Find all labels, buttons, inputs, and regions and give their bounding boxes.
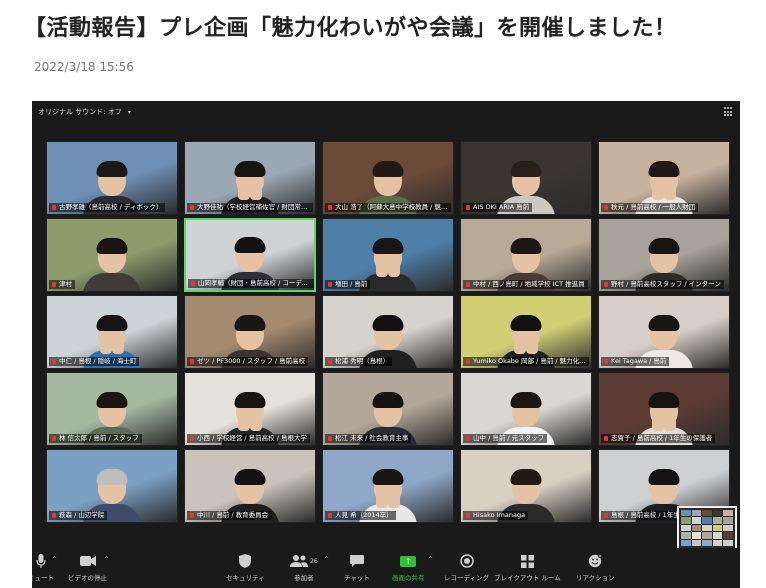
participant-name: 大野佳祐（学校経営補佐官 / 財団常務理事） — [187, 203, 313, 212]
gallery-view: 古野孝雄（島前高校 / ディボック） 大野佳祐（学校経営補佐官 / 財団常務理事）… — [46, 141, 730, 527]
participant-tile[interactable]: 山中 / 島前 / 元スタッフ — [460, 372, 592, 446]
participant-name: 津村 — [49, 280, 75, 289]
participant-tile[interactable]: 津村 — [46, 218, 178, 292]
participant-name: 中川 / 島前 / 教育委員会 — [187, 511, 272, 520]
participant-name: 松江 未来 / 社会教育主事 — [325, 434, 412, 443]
self-view-thumbnail[interactable] — [677, 506, 737, 550]
participant-tile[interactable]: ゼツ / PF3000 / スタッフ / 島前高校 — [184, 295, 316, 369]
participant-tile[interactable]: 大山 浩了（阿蘇大島中学校教員 / 魅力化） — [322, 141, 454, 215]
participant-tile[interactable]: 松江 未来 / 社会教育主事 — [322, 372, 454, 446]
chat-button[interactable]: チャット — [344, 553, 370, 582]
record-button[interactable]: レコーディング — [444, 553, 489, 582]
participant-tile[interactable]: Kei Tagawa / 島前 — [598, 295, 730, 369]
participant-name: 志賀子 / 島前高校 / 1年生の保護者 — [601, 434, 716, 443]
participants-options-chevron-icon[interactable]: ^ — [324, 556, 329, 563]
participant-tile[interactable]: AIS OKI ARIA 島前 — [460, 141, 592, 215]
participant-name: Hisako Imanaga — [463, 511, 529, 520]
grid-icon — [520, 553, 534, 569]
record-icon — [459, 553, 474, 569]
participant-name: 萩森 / 山辺学院 — [49, 511, 108, 520]
participant-tile[interactable]: Hisako Imanaga — [460, 449, 592, 523]
participant-name: 小西 / 学校経営 / 島前高校 / 島根大学 — [187, 434, 310, 443]
participant-tile[interactable]: Yumiko Okabe 岡部 / 島前 / 魅力化スタッフ — [460, 295, 592, 369]
chat-bubble-icon — [349, 553, 364, 569]
participant-name: Yumiko Okabe 岡部 / 島前 / 魅力化スタッフ — [463, 357, 589, 366]
participant-tile[interactable]: 山岡孝輔（財団・島前高校 / コーディネーター） — [184, 218, 316, 292]
mute-button[interactable]: ミュート — [32, 553, 54, 582]
participant-name: 山中 / 島前 / 元スタッフ — [463, 434, 548, 443]
participant-figure — [82, 235, 142, 291]
participant-name: 松浦 秀明（島根） — [325, 357, 393, 366]
participant-tile[interactable]: 志賀子 / 島前高校 / 1年生の保護者 — [598, 372, 730, 446]
participant-name: Kei Tagawa / 島前 — [601, 357, 670, 366]
participant-name: 野村 / 島前高校スタッフ / インターン — [601, 280, 724, 289]
participant-name: 島根 / 島前高校 / 1年生 — [601, 511, 683, 520]
participants-button[interactable]: 26 参加者 — [290, 553, 318, 582]
participant-tile[interactable]: 中村 / 西ノ島町 / 地域学校 ICT 推進員 — [460, 218, 592, 292]
participant-name: 中仁 / 島根 / 隠岐 / 海士町 — [49, 357, 140, 366]
share-screen-icon: ↑ — [400, 553, 417, 569]
people-icon: 26 — [290, 553, 318, 569]
participant-name: 大山 浩了（阿蘇大島中学校教員 / 魅力化） — [325, 203, 451, 212]
participant-tile[interactable]: 林 信太郎 / 島前 / スタッフ — [46, 372, 178, 446]
participant-tile[interactable]: 秋元 / 島前高校 / 一般人財団 — [598, 141, 730, 215]
participant-tile[interactable]: 人見 希（2014卒） — [322, 449, 454, 523]
participant-name: ゼツ / PF3000 / スタッフ / 島前高校 — [187, 357, 309, 366]
participant-name: 古野孝雄（島前高校 / ディボック） — [49, 203, 166, 212]
view-grid-icon[interactable] — [724, 107, 734, 117]
participant-tile[interactable]: 大野佳祐（学校経営補佐官 / 財団常務理事） — [184, 141, 316, 215]
participant-name: 人見 希（2014卒） — [325, 511, 396, 520]
participant-tile[interactable]: 野村 / 島前高校スタッフ / インターン — [598, 218, 730, 292]
participant-name: AIS OKI ARIA 島前 — [463, 203, 533, 212]
article-title: 【活動報告】プレ企画「魅力化わいがや会議」を開催しました！ — [24, 16, 677, 41]
video-options-chevron-icon[interactable]: ^ — [104, 556, 109, 563]
participant-tile[interactable]: 萩森 / 山辺学院 — [46, 449, 178, 523]
chevron-down-icon[interactable]: ▾ — [128, 109, 131, 116]
emoji-icon — [588, 553, 603, 569]
participant-tile[interactable]: 増田 / 島前 — [322, 218, 454, 292]
zoom-top-bar: オリジナル サウンド: オフ ▾ — [32, 101, 740, 123]
participant-tile[interactable]: 小西 / 学校経営 / 島前高校 / 島根大学 — [184, 372, 316, 446]
participant-name: 増田 / 島前 — [325, 280, 371, 289]
participant-tile[interactable]: 中川 / 島前 / 教育委員会 — [184, 449, 316, 523]
participant-tile[interactable]: 古野孝雄（島前高校 / ディボック） — [46, 141, 178, 215]
participant-name: 林 信太郎 / 島前 / スタッフ — [49, 434, 142, 443]
original-sound-label[interactable]: オリジナル サウンド: オフ — [38, 107, 122, 117]
post-date: 2022/3/18 15:56 — [34, 60, 134, 74]
participant-tile[interactable]: 中仁 / 島根 / 隠岐 / 海士町 — [46, 295, 178, 369]
share-options-chevron-icon[interactable]: ^ — [428, 556, 433, 563]
shield-icon — [239, 553, 252, 569]
participant-name: 山岡孝輔（財団・島前高校 / コーディネーター） — [188, 279, 314, 288]
participants-count: 26 — [310, 557, 318, 565]
video-camera-icon — [79, 553, 96, 569]
participant-name: 中村 / 西ノ島町 / 地域学校 ICT 推進員 — [463, 280, 588, 289]
participant-tile[interactable]: 松浦 秀明（島根） — [322, 295, 454, 369]
zoom-screenshot: オリジナル サウンド: オフ ▾ 古野孝雄（島前高校 / ディボック） 大野佳祐（… — [32, 101, 740, 588]
participant-name: 秋元 / 島前高校 / 一般人財団 — [601, 203, 699, 212]
stop-video-button[interactable]: ビデオの停止 — [68, 553, 107, 582]
share-screen-button[interactable]: ↑ 画面の共有 — [392, 553, 425, 582]
mute-options-chevron-icon[interactable]: ^ — [52, 556, 57, 563]
breakout-rooms-button[interactable]: ブレイクアウト ルーム — [494, 553, 561, 582]
zoom-toolbar: ミュート ^ ビデオの停止 ^ セキュリティ 26 参加者 ^ — [32, 548, 740, 588]
mic-icon — [36, 553, 46, 569]
reactions-button[interactable]: リアクション — [576, 553, 615, 582]
security-button[interactable]: セキュリティ — [226, 553, 265, 582]
